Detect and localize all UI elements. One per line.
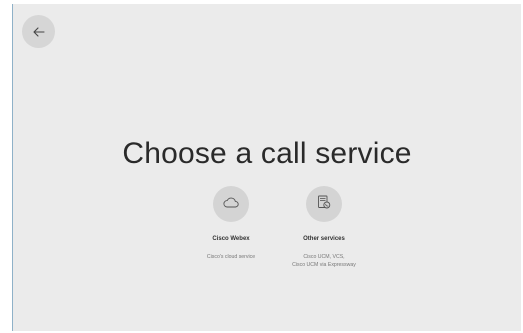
cisco-webex-icon-button[interactable] xyxy=(213,186,249,222)
option-description-line: Cisco UCM, VCS, xyxy=(303,254,345,260)
cloud-icon xyxy=(223,195,239,213)
server-phone-icon xyxy=(317,195,331,214)
option-description-line: Cisco UCM via Expressway xyxy=(292,262,356,268)
call-service-screen: Choose a call service Cisco Webex Cisco'… xyxy=(12,4,521,331)
other-services-icon-button[interactable] xyxy=(306,186,342,222)
back-button[interactable] xyxy=(22,15,55,48)
arrow-left-icon xyxy=(32,26,45,37)
option-title: Other services xyxy=(303,236,345,242)
other-services-option[interactable]: Other services Cisco UCM, VCS, Cisco UCM… xyxy=(269,186,379,269)
option-description: Cisco UCM, VCS, Cisco UCM via Expressway xyxy=(269,253,379,269)
page-title: Choose a call service xyxy=(122,137,412,170)
